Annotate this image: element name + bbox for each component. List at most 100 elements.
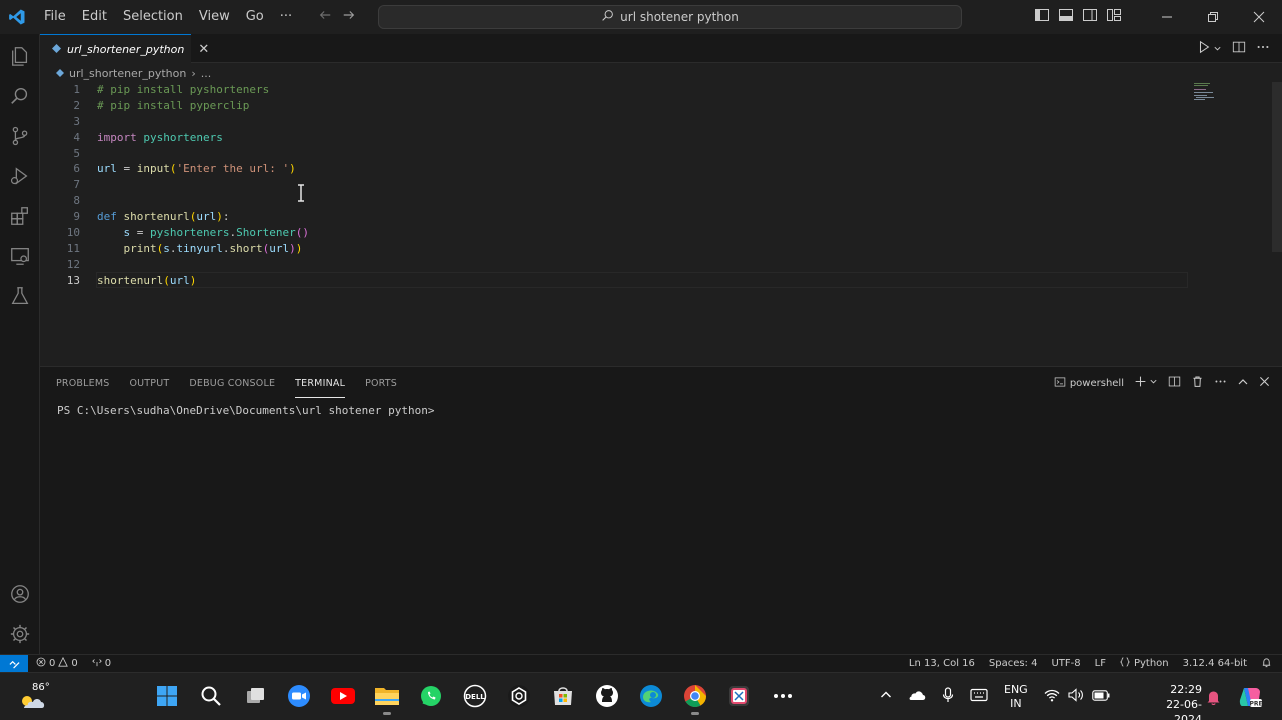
code-editor[interactable]: 1 2 3 4 5 6 7 8 9 10 11 12 13 # pip inst…	[40, 82, 1282, 366]
minimize-button[interactable]	[1144, 0, 1190, 34]
code-line-8[interactable]	[97, 193, 309, 209]
indentation[interactable]: Spaces: 4	[989, 658, 1038, 669]
toggle-secondary-sidebar-icon[interactable]	[1082, 7, 1098, 27]
explorer-icon[interactable]	[0, 36, 40, 76]
menu-selection[interactable]: Selection	[115, 0, 191, 34]
minimap[interactable]	[1194, 82, 1216, 100]
tab-debug-console[interactable]: DEBUG CONSOLE	[189, 370, 275, 397]
language-mode[interactable]: Python	[1119, 657, 1169, 670]
breadcrumb-more[interactable]: ...	[201, 67, 212, 80]
task-view-icon[interactable]	[238, 679, 272, 713]
file-encoding[interactable]: UTF-8	[1051, 658, 1080, 669]
menu-file[interactable]: File	[36, 0, 74, 34]
menu-more[interactable]: ···	[272, 0, 300, 34]
dell-app-icon[interactable]: DELL	[458, 679, 492, 713]
tab-problems[interactable]: PROBLEMS	[56, 370, 109, 397]
touch-keyboard-icon[interactable]	[970, 688, 988, 706]
cursor-position[interactable]: Ln 13, Col 16	[909, 658, 975, 669]
trash-icon[interactable]	[1191, 375, 1204, 391]
edge-browser-icon[interactable]	[634, 679, 668, 713]
menu-edit[interactable]: Edit	[74, 0, 115, 34]
chrome-browser-icon[interactable]	[678, 679, 712, 715]
tab-terminal[interactable]: TERMINAL	[295, 370, 346, 398]
code-line-6[interactable]: url = input('Enter the url: ')	[97, 161, 309, 177]
toggle-panel-icon[interactable]	[1058, 7, 1074, 27]
code-line-1[interactable]: # pip install pyshorteners	[97, 82, 309, 98]
search-view-icon[interactable]	[0, 76, 40, 116]
split-editor-icon[interactable]	[1232, 40, 1246, 58]
chatgpt-app-icon[interactable]	[502, 679, 536, 713]
code-line-13[interactable]: shortenurl(url)	[97, 273, 309, 289]
problems-status[interactable]: 0 0	[36, 656, 78, 670]
snipping-tool-icon[interactable]	[722, 679, 756, 713]
more-actions-icon[interactable]	[1214, 375, 1227, 391]
editor-scrollbar[interactable]	[1272, 82, 1282, 252]
new-terminal-plus-icon[interactable]	[1134, 375, 1147, 391]
microsoft-store-icon[interactable]	[546, 679, 580, 713]
chevron-down-icon[interactable]	[1149, 377, 1158, 389]
file-explorer-icon[interactable]	[370, 679, 404, 715]
menu-view[interactable]: View	[191, 0, 238, 34]
forward-arrow-icon[interactable]	[342, 8, 356, 26]
run-debug-icon[interactable]	[0, 156, 40, 196]
command-center-search[interactable]: url shotener python	[378, 5, 962, 29]
notification-bell-icon[interactable]	[1206, 689, 1221, 709]
remote-explorer-icon[interactable]	[0, 236, 40, 276]
code-line-2[interactable]: # pip install pyperclip	[97, 98, 309, 114]
maximize-panel-chevron-up-icon[interactable]	[1237, 376, 1249, 391]
code-line-9[interactable]: def shortenurl(url):	[97, 209, 309, 225]
code-line-3[interactable]	[97, 114, 309, 130]
notifications-bell-icon[interactable]	[1261, 657, 1272, 671]
terminal-shell-name[interactable]: powershell	[1070, 378, 1124, 389]
volume-icon[interactable]	[1068, 688, 1084, 706]
tab-close-icon[interactable]: ✕	[198, 42, 209, 57]
whatsapp-app-icon[interactable]	[414, 679, 448, 713]
taskbar-clock[interactable]: 22:29 22-06-2024	[1158, 682, 1202, 720]
code-line-11[interactable]: print(s.tinyurl.short(url))	[97, 241, 309, 257]
manage-gear-icon[interactable]	[0, 614, 40, 654]
code-line-7[interactable]	[97, 177, 309, 193]
ports-status[interactable]: 0	[91, 657, 111, 670]
taskbar-search-icon[interactable]	[194, 679, 228, 713]
python-interpreter[interactable]: 3.12.4 64-bit	[1183, 658, 1247, 669]
end-of-line[interactable]: LF	[1095, 658, 1106, 669]
testing-icon[interactable]	[0, 276, 40, 316]
input-language[interactable]: ENG IN	[1004, 683, 1028, 711]
code-line-5[interactable]	[97, 146, 309, 162]
onedrive-cloud-icon[interactable]	[908, 689, 926, 705]
tab-ports[interactable]: PORTS	[365, 370, 397, 397]
taskbar-more-icon[interactable]	[766, 679, 800, 713]
code-line-10[interactable]: s = pyshorteners.Shortener()	[97, 225, 309, 241]
toggle-primary-sidebar-icon[interactable]	[1034, 7, 1050, 27]
copilot-icon[interactable]: PRE	[1238, 686, 1263, 712]
zoom-app-icon[interactable]	[282, 679, 316, 713]
microphone-icon[interactable]	[942, 687, 954, 707]
breadcrumb-file[interactable]: url_shortener_python	[69, 67, 186, 80]
terminal-prompt[interactable]: PS C:\Users\sudha\OneDrive\Documents\url…	[57, 404, 435, 417]
accounts-icon[interactable]	[0, 574, 40, 614]
weather-widget[interactable]: 86°	[18, 681, 58, 713]
remote-indicator-icon[interactable]	[0, 654, 28, 673]
run-python-file-icon[interactable]	[1197, 40, 1211, 58]
back-arrow-icon[interactable]	[318, 8, 332, 26]
code-lines[interactable]: # pip install pyshorteners # pip install …	[97, 82, 309, 289]
split-terminal-icon[interactable]	[1168, 375, 1181, 391]
close-panel-icon[interactable]	[1259, 376, 1270, 390]
tray-overflow-chevron-up-icon[interactable]	[880, 689, 892, 705]
code-line-4[interactable]: import pyshorteners	[97, 130, 309, 146]
more-actions-icon[interactable]	[1256, 40, 1270, 58]
menu-go[interactable]: Go	[238, 0, 272, 34]
code-line-12[interactable]	[97, 257, 309, 273]
wifi-icon[interactable]	[1044, 689, 1060, 706]
windows-start-icon[interactable]	[150, 679, 184, 713]
close-window-button[interactable]	[1236, 0, 1282, 34]
restore-button[interactable]	[1190, 0, 1236, 34]
github-app-icon[interactable]	[590, 679, 624, 713]
extensions-icon[interactable]	[0, 196, 40, 236]
battery-icon[interactable]	[1091, 689, 1110, 705]
customize-layout-icon[interactable]	[1106, 7, 1122, 27]
tab-output[interactable]: OUTPUT	[129, 370, 169, 397]
source-control-icon[interactable]	[0, 116, 40, 156]
youtube-app-icon[interactable]	[326, 679, 360, 713]
tab-url-shortener-python[interactable]: url_shortener_python ✕	[40, 34, 209, 63]
